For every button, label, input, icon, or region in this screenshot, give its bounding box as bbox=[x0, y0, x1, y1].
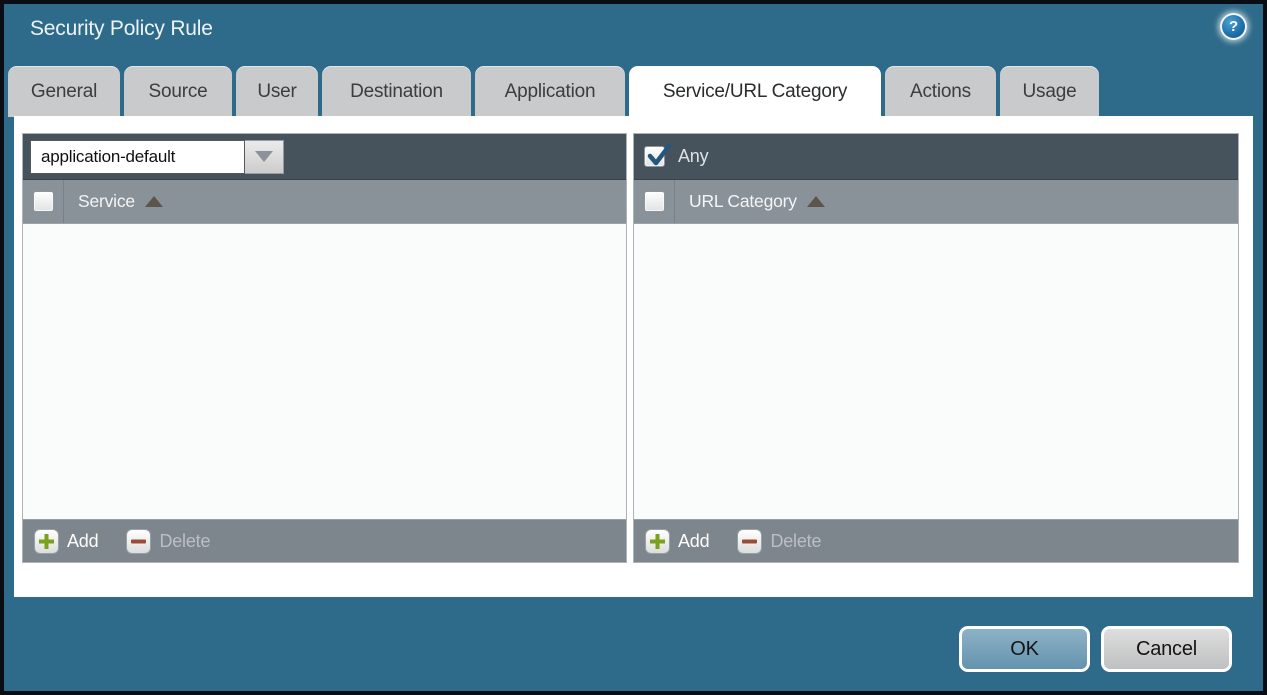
url-category-delete-button[interactable]: Delete bbox=[737, 529, 821, 554]
help-icon[interactable]: ? bbox=[1220, 13, 1247, 40]
cancel-button[interactable]: Cancel bbox=[1101, 626, 1232, 672]
any-checkbox-row: Any bbox=[641, 146, 708, 167]
minus-icon bbox=[126, 529, 151, 554]
service-delete-button[interactable]: Delete bbox=[126, 529, 210, 554]
url-category-header-checkbox-cell bbox=[634, 180, 675, 223]
minus-icon bbox=[737, 529, 762, 554]
service-type-dropdown-button[interactable] bbox=[245, 140, 284, 174]
sort-ascending-icon[interactable] bbox=[807, 196, 825, 207]
ok-button[interactable]: OK bbox=[959, 626, 1090, 672]
service-type-dropdown-value[interactable]: application-default bbox=[30, 140, 245, 174]
url-category-toolbar: Any bbox=[634, 134, 1238, 180]
service-toolbar: application-default bbox=[23, 134, 626, 180]
dialog-title: Security Policy Rule bbox=[30, 17, 213, 41]
delete-label: Delete bbox=[159, 531, 210, 552]
plus-icon bbox=[645, 529, 670, 554]
plus-icon bbox=[34, 529, 59, 554]
tab-content-card: application-default Service bbox=[14, 116, 1253, 597]
add-label: Add bbox=[678, 531, 709, 552]
tab-application[interactable]: Application bbox=[475, 66, 625, 117]
service-table-header: Service bbox=[23, 180, 626, 224]
service-header-checkbox-cell bbox=[23, 180, 64, 223]
tab-bar: General Source User Destination Applicat… bbox=[8, 65, 1099, 117]
chevron-down-icon bbox=[255, 151, 273, 162]
any-label: Any bbox=[678, 146, 708, 167]
url-category-select-all-checkbox[interactable] bbox=[644, 191, 665, 212]
tab-actions[interactable]: Actions bbox=[885, 66, 996, 117]
service-add-button[interactable]: Add bbox=[34, 529, 98, 554]
tab-destination[interactable]: Destination bbox=[322, 66, 471, 117]
url-category-add-button[interactable]: Add bbox=[645, 529, 709, 554]
service-panel: application-default Service bbox=[22, 133, 627, 563]
service-footer: Add Delete bbox=[23, 519, 626, 562]
url-category-table-header: URL Category bbox=[634, 180, 1238, 224]
tab-service-url-category[interactable]: Service/URL Category bbox=[629, 66, 881, 117]
tab-usage[interactable]: Usage bbox=[1000, 66, 1099, 117]
service-table-body[interactable] bbox=[23, 224, 626, 519]
any-checkbox[interactable] bbox=[644, 146, 665, 167]
service-select-all-checkbox[interactable] bbox=[33, 191, 54, 212]
service-type-dropdown[interactable]: application-default bbox=[30, 140, 284, 174]
url-category-table-body[interactable] bbox=[634, 224, 1238, 519]
url-category-footer: Add Delete bbox=[634, 519, 1238, 562]
tab-general[interactable]: General bbox=[8, 66, 120, 117]
security-policy-rule-dialog: Security Policy Rule ? General Source Us… bbox=[0, 0, 1267, 695]
help-glyph: ? bbox=[1229, 18, 1238, 35]
tab-source[interactable]: Source bbox=[124, 66, 232, 117]
tab-user[interactable]: User bbox=[236, 66, 318, 117]
sort-ascending-icon[interactable] bbox=[145, 196, 163, 207]
url-category-column-header[interactable]: URL Category bbox=[689, 191, 797, 212]
service-column-header[interactable]: Service bbox=[78, 191, 135, 212]
url-category-panel: Any URL Category Add bbox=[633, 133, 1239, 563]
add-label: Add bbox=[67, 531, 98, 552]
delete-label: Delete bbox=[770, 531, 821, 552]
